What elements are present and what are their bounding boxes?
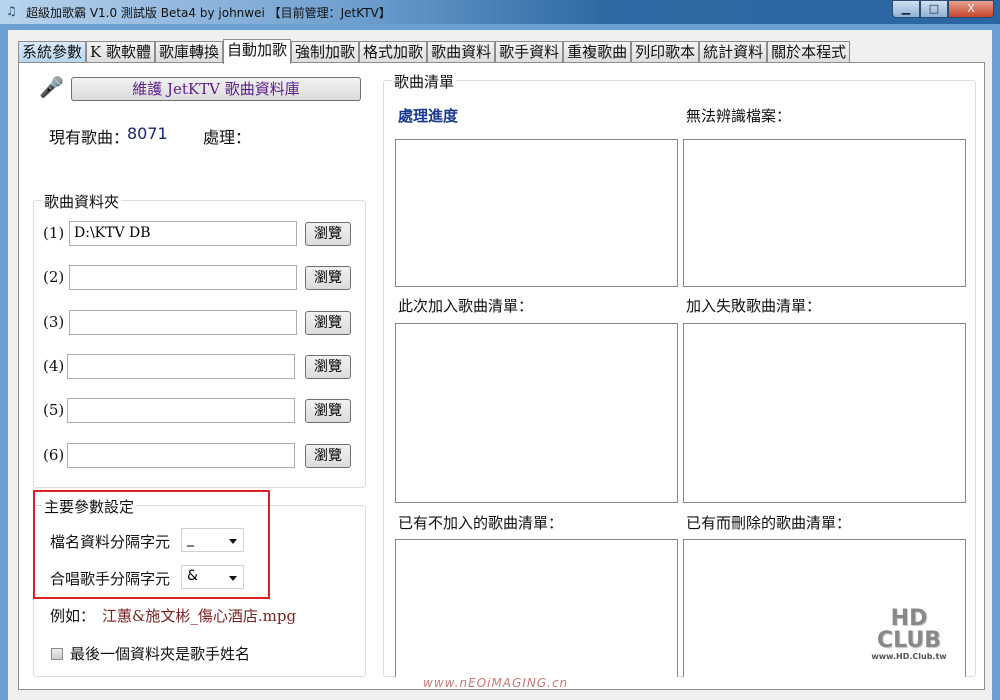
client-area: 系統參數 K 歌軟體 歌庫轉換 自動加歌 強制加歌 格式加歌 歌曲資料 歌手資料 重複歌曲 列印歌… xyxy=(8,30,992,700)
progress-list[interactable] xyxy=(395,139,678,287)
song-count-label: 現有歌曲： xyxy=(49,128,130,147)
folder-path-input[interactable] xyxy=(67,442,295,468)
added-list[interactable] xyxy=(395,323,678,503)
song-list-group-label: 歌曲清單 xyxy=(392,71,457,92)
close-button[interactable]: X xyxy=(948,0,994,18)
tab-9[interactable]: 列印歌本 xyxy=(631,41,700,63)
example-value: 江蕙&施文彬_傷心酒店.mpg xyxy=(102,607,297,625)
tab-panel-auto-add: 🎤 維護 JetKTV 歌曲資料庫 現有歌曲： 8071 處理： 歌曲資料夾 (… xyxy=(18,62,985,690)
folder-index: (1) xyxy=(43,224,65,242)
process-label: 處理： xyxy=(203,128,252,147)
tab-8[interactable]: 重複歌曲 xyxy=(563,41,632,63)
tab-3[interactable]: 自動加歌 xyxy=(223,39,292,64)
browse-button[interactable]: 瀏覽 xyxy=(305,443,351,468)
tab-10[interactable]: 統計資料 xyxy=(699,41,768,63)
browse-button[interactable]: 瀏覽 xyxy=(305,266,351,291)
song-list-group: 歌曲清單 處理進度 無法辨識檔案： 此次加入歌曲清單： 加入失敗歌曲清單： 已有… xyxy=(383,71,976,677)
folder-index: (6) xyxy=(43,445,65,464)
tab-strip: 系統參數 K 歌軟體 歌庫轉換 自動加歌 強制加歌 格式加歌 歌曲資料 歌手資料 重複歌曲 列印歌… xyxy=(18,39,851,64)
folder-index: (3) xyxy=(43,312,65,331)
folder-path-input[interactable] xyxy=(69,265,297,291)
skipped-label: 已有不加入的歌曲清單： xyxy=(398,514,564,532)
folder-path-input[interactable] xyxy=(69,309,297,335)
folder-index: (2) xyxy=(43,268,65,287)
highlight-box xyxy=(33,490,270,599)
maximize-button[interactable]: □ xyxy=(920,0,948,18)
tab-6[interactable]: 歌曲資料 xyxy=(427,41,496,63)
deleted-label: 已有而刪除的歌曲清單： xyxy=(686,514,852,532)
last-folder-checkbox[interactable] xyxy=(51,648,63,660)
tab-7[interactable]: 歌手資料 xyxy=(495,41,564,63)
failed-list[interactable] xyxy=(683,323,966,503)
example-label: 例如： xyxy=(50,607,96,625)
unrecognized-label: 無法辨識檔案： xyxy=(686,107,792,125)
tab-5[interactable]: 格式加歌 xyxy=(359,41,428,63)
browse-button[interactable]: 瀏覽 xyxy=(305,310,351,335)
last-folder-label: 最後一個資料夾是歌手姓名 xyxy=(70,645,251,663)
failed-label: 加入失敗歌曲清單： xyxy=(686,297,822,315)
microphone-icon: 🎤 xyxy=(39,75,64,99)
window-title: 超級加歌霸 V1.0 測試版 Beta4 by johnwei 【目前管理：Je… xyxy=(26,6,391,20)
folder-group-label: 歌曲資料夾 xyxy=(42,191,122,212)
song-count: 8071 xyxy=(127,124,168,143)
title-bar: ♫ 超級加歌霸 V1.0 測試版 Beta4 by johnwei 【目前管理：… xyxy=(0,0,1000,24)
unrecognized-list[interactable] xyxy=(683,139,966,287)
folder-index: (5) xyxy=(43,401,65,420)
minimize-button[interactable]: ▁ xyxy=(892,0,920,18)
browse-button[interactable]: 瀏覽 xyxy=(305,399,351,424)
browse-button[interactable]: 瀏覽 xyxy=(305,222,351,246)
tab-2[interactable]: 歌庫轉換 xyxy=(155,41,224,63)
folder-path-input[interactable]: D:\KTV DB xyxy=(69,221,297,246)
site-watermark: www.nEOiMAGING.cn xyxy=(423,676,569,690)
tab-11[interactable]: 關於本程式 xyxy=(767,41,851,63)
tab-1[interactable]: K 歌軟體 xyxy=(86,41,155,63)
tab-0[interactable]: 系統參數 xyxy=(18,41,87,63)
folder-index: (4) xyxy=(43,356,65,375)
tab-4[interactable]: 強制加歌 xyxy=(291,41,360,63)
hd-club-logo: HD CLUB www.HD.Club.tw xyxy=(871,606,947,662)
folder-path-input[interactable] xyxy=(67,398,295,424)
folder-path-input[interactable] xyxy=(67,353,295,379)
browse-button[interactable]: 瀏覽 xyxy=(305,354,351,379)
progress-label: 處理進度 xyxy=(398,107,459,125)
skipped-list[interactable] xyxy=(395,539,678,677)
app-icon: ♫ xyxy=(6,4,17,18)
added-label: 此次加入歌曲清單： xyxy=(398,297,534,315)
folder-group: 歌曲資料夾 (1) D:\KTV DB 瀏覽 (2) 瀏覽 (3) 瀏覽 (4) 瀏覽… xyxy=(33,191,366,488)
maintain-db-button[interactable]: 維護 JetKTV 歌曲資料庫 xyxy=(71,77,361,101)
